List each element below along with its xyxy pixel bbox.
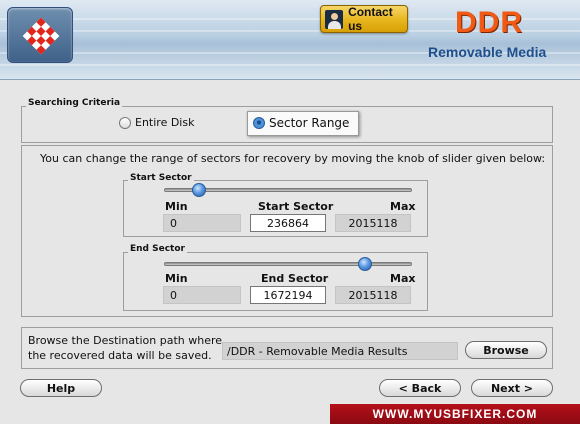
end-sector-value-label: End Sector bbox=[261, 272, 329, 285]
start-max-label: Max bbox=[390, 200, 416, 213]
end-sector-title: End Sector bbox=[128, 244, 187, 254]
destination-description-line1: Browse the Destination path where bbox=[28, 334, 223, 347]
browse-button[interactable]: Browse bbox=[465, 341, 547, 359]
start-sector-title: Start Sector bbox=[128, 173, 194, 183]
contact-us-label: Contact us bbox=[348, 5, 393, 33]
end-min-label: Min bbox=[165, 272, 188, 285]
start-sector-input[interactable]: 236864 bbox=[250, 214, 326, 232]
checker-logo-icon bbox=[22, 17, 60, 55]
next-button[interactable]: Next > bbox=[471, 379, 553, 397]
help-button[interactable]: Help bbox=[20, 379, 102, 397]
radio-sector-range[interactable]: Sector Range bbox=[253, 116, 349, 130]
start-sector-value-label: Start Sector bbox=[258, 200, 334, 213]
destination-description: Browse the Destination path where the re… bbox=[28, 333, 222, 363]
app-logo bbox=[7, 7, 73, 63]
product-subtitle: Removable Media bbox=[428, 44, 547, 60]
destination-description-line2: the recovered data will be saved. bbox=[28, 349, 212, 362]
end-min-field: 0 bbox=[163, 286, 241, 304]
back-button[interactable]: < Back bbox=[379, 379, 461, 397]
end-sector-input[interactable]: 1672194 bbox=[250, 286, 326, 304]
start-min-label: Min bbox=[165, 200, 188, 213]
start-sector-slider-knob[interactable] bbox=[192, 183, 206, 197]
contact-person-icon bbox=[325, 9, 344, 29]
radio-entire-disk-label: Entire Disk bbox=[135, 116, 195, 129]
destination-path-field[interactable]: /DDR - Removable Media Results bbox=[222, 342, 458, 360]
app-header: Contact us DDR Removable Media bbox=[0, 0, 580, 80]
radio-sector-range-label: Sector Range bbox=[269, 116, 350, 130]
end-sector-slider-knob[interactable] bbox=[358, 257, 372, 271]
start-max-field: 2015118 bbox=[335, 214, 411, 232]
radio-entire-disk-indicator[interactable] bbox=[119, 116, 131, 129]
searching-criteria-title: Searching Criteria bbox=[26, 98, 123, 108]
end-max-label: Max bbox=[390, 272, 416, 285]
radio-sector-range-indicator[interactable] bbox=[253, 117, 265, 129]
slider-instruction-text: You can change the range of sectors for … bbox=[40, 152, 546, 165]
start-min-field: 0 bbox=[163, 214, 241, 232]
end-sector-slider-track[interactable] bbox=[164, 262, 412, 266]
brand-title: DDR bbox=[455, 6, 523, 39]
contact-us-button[interactable]: Contact us bbox=[320, 5, 408, 33]
end-max-field: 2015118 bbox=[335, 286, 411, 304]
website-url-banner: WWW.MYUSBFIXER.COM bbox=[330, 404, 580, 424]
radio-entire-disk[interactable]: Entire Disk bbox=[119, 116, 194, 129]
